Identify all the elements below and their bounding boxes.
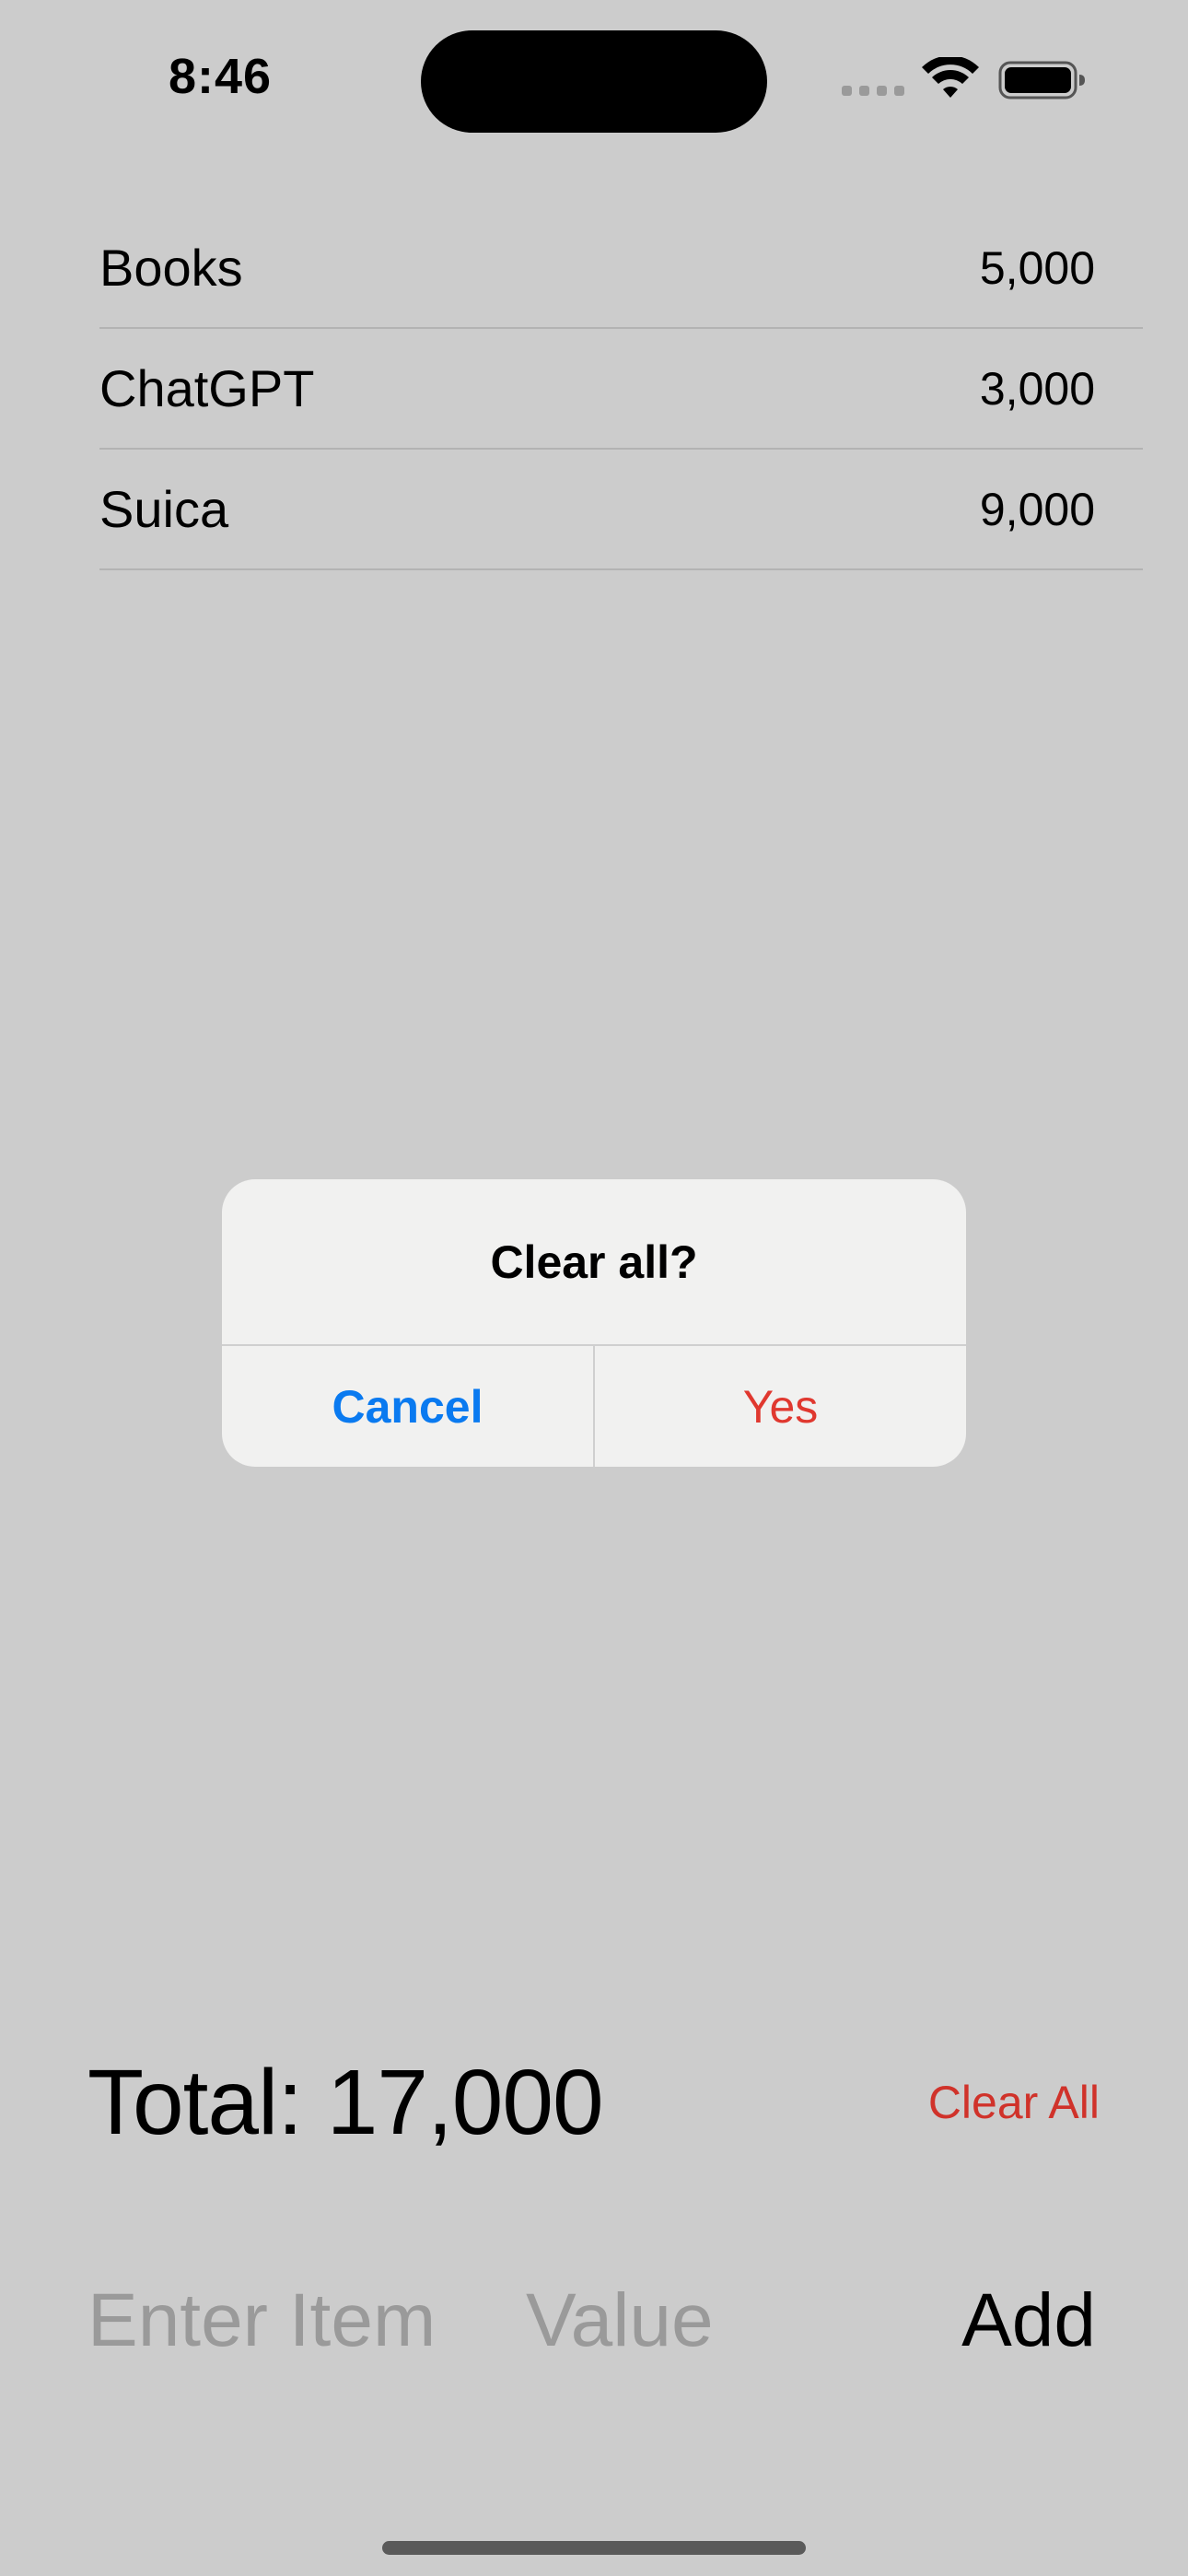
item-value: 9,000: [979, 483, 1095, 535]
item-value: 3,000: [979, 362, 1095, 415]
clear-all-alert: Clear all? Cancel Yes: [222, 1179, 966, 1467]
status-time: 8:46: [169, 49, 273, 104]
add-button[interactable]: Add: [961, 2277, 1096, 2364]
expense-list: Books 5,000 ChatGPT 3,000 Suica 9,000: [99, 208, 1143, 570]
list-item[interactable]: ChatGPT 3,000: [99, 329, 1143, 450]
item-name: ChatGPT: [99, 359, 315, 417]
item-name: Books: [99, 239, 243, 297]
total-label: Total: 17,000: [87, 2051, 604, 2154]
item-value: 5,000: [979, 241, 1095, 294]
clear-all-button[interactable]: Clear All: [928, 2076, 1100, 2129]
cancel-button[interactable]: Cancel: [222, 1346, 593, 1467]
battery-icon: [998, 61, 1085, 100]
wifi-icon: [922, 57, 979, 98]
list-item[interactable]: Books 5,000: [99, 208, 1143, 329]
item-name: Suica: [99, 480, 229, 538]
confirm-yes-button[interactable]: Yes: [595, 1346, 966, 1467]
home-indicator[interactable]: [382, 2541, 806, 2555]
cellular-signal-icon: [842, 86, 904, 96]
value-input[interactable]: Value: [526, 2277, 714, 2364]
list-item[interactable]: Suica 9,000: [99, 450, 1143, 570]
alert-title: Clear all?: [490, 1236, 698, 1288]
dynamic-island: [421, 30, 767, 133]
item-input[interactable]: Enter Item: [87, 2277, 436, 2364]
